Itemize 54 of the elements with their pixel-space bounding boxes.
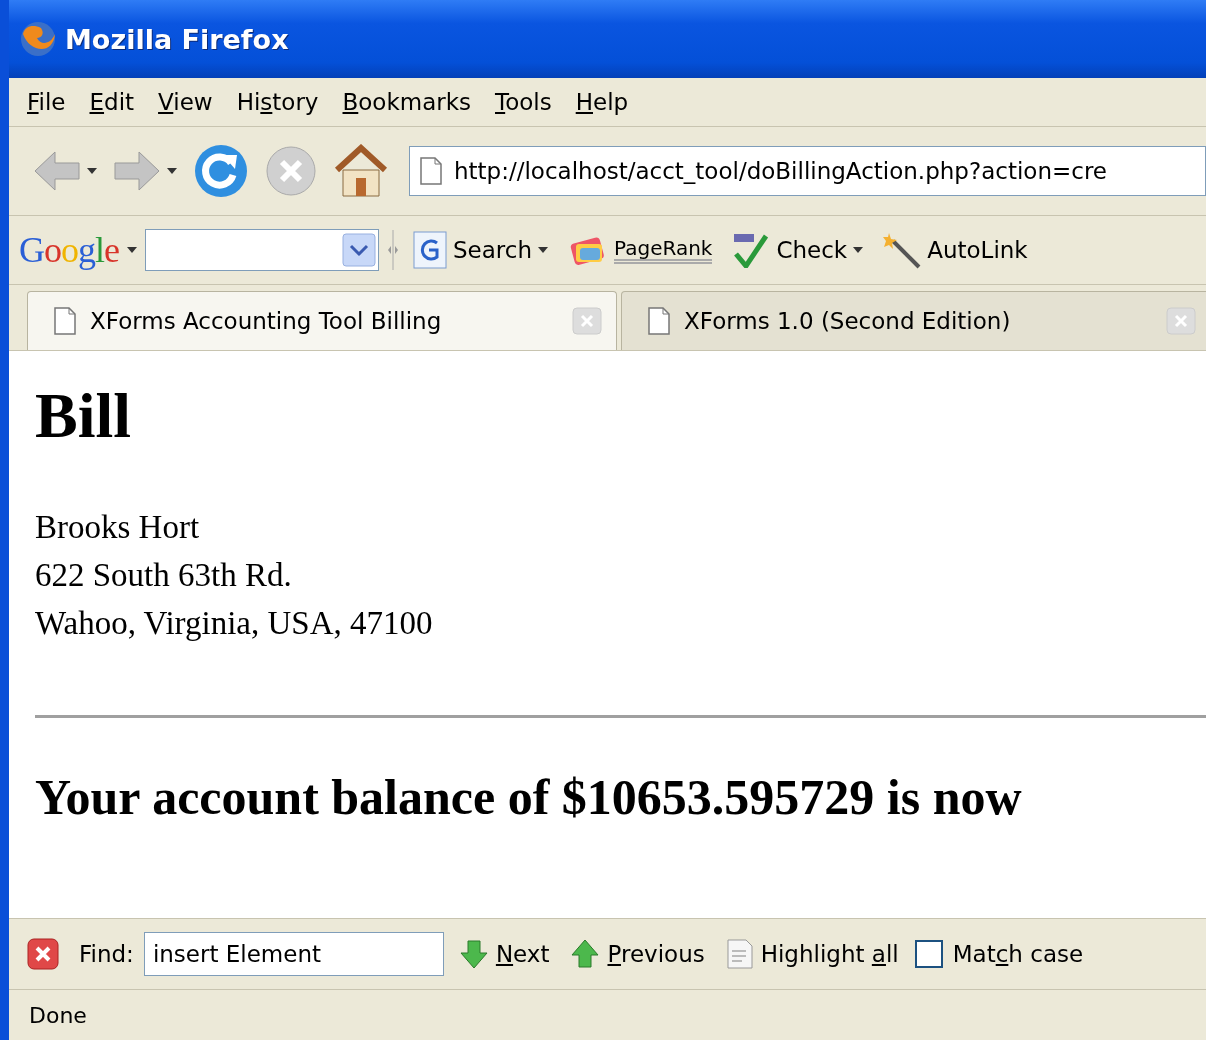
dropdown-caret-icon	[87, 168, 97, 174]
back-arrow-icon	[33, 150, 81, 192]
find-field[interactable]: insert Element	[143, 932, 444, 976]
browser-tab[interactable]: XForms Accounting Tool Billing	[27, 291, 617, 350]
document-icon	[726, 939, 753, 969]
balance-heading: Your account balance of $10653.595729 is now	[35, 768, 1023, 826]
dropdown-caret-icon	[127, 247, 137, 253]
highlight-button[interactable]: Highlight all	[720, 939, 905, 969]
search-field[interactable]	[145, 229, 379, 271]
match-case-checkbox[interactable]: Match case	[914, 940, 1084, 968]
status-text: Done	[29, 1002, 87, 1028]
grip-icon	[387, 230, 399, 270]
menu-item[interactable]: File	[19, 85, 74, 119]
window-title: Mozilla Firefox	[65, 23, 289, 55]
down-arrow-icon	[459, 939, 488, 969]
address-line: Wahoo, Virginia, USA, 47100	[35, 604, 434, 643]
dropdown-caret-icon	[853, 247, 864, 253]
close-icon	[572, 307, 602, 335]
address-line: 622 South 63th Rd.	[35, 556, 293, 595]
up-arrow-icon	[571, 939, 600, 969]
browser-logo-icon	[19, 20, 57, 58]
home-icon	[333, 144, 389, 198]
forward-arrow-icon	[113, 150, 161, 192]
page-icon	[54, 307, 76, 335]
stop-icon	[265, 145, 317, 197]
find-label: Find:	[79, 941, 134, 967]
menu-item[interactable]: Tools	[487, 85, 560, 119]
dropdown-caret-icon	[167, 168, 177, 174]
page-icon	[648, 307, 670, 335]
menu-item[interactable]: View	[150, 85, 221, 119]
address-field[interactable]: http://localhost/acct_tool/doBillingAction.php?action=cre	[409, 146, 1206, 196]
menu-item[interactable]: Edit	[81, 85, 143, 119]
next-button[interactable]: Next	[453, 939, 556, 969]
spellcheck-icon	[732, 232, 771, 268]
pagerank-button[interactable]: PageRank	[562, 232, 719, 268]
menu-item[interactable]: Help	[567, 85, 637, 119]
checkbox[interactable]	[914, 940, 943, 968]
dropdown-caret-icon	[538, 247, 549, 253]
browser-tab[interactable]: XForms 1.0 (Second Edition)	[621, 291, 1206, 350]
menu-item[interactable]: History	[228, 85, 327, 119]
previous-button[interactable]: Previous	[565, 939, 711, 969]
dropdown-caret-icon	[342, 233, 376, 267]
spell-button[interactable]: Check	[726, 232, 870, 268]
address-line: Brooks Hort	[35, 508, 201, 547]
reload-icon	[193, 143, 249, 199]
search-icon	[413, 231, 447, 269]
autolink-button[interactable]: AutoLink	[877, 231, 1034, 269]
page-heading: Bill	[35, 379, 133, 453]
google-logo: Google	[19, 229, 119, 271]
search-button[interactable]: Search	[407, 231, 555, 269]
close-icon[interactable]	[27, 938, 59, 970]
menu-item[interactable]: Bookmarks	[334, 85, 479, 119]
close-icon	[1166, 307, 1196, 335]
page-icon	[420, 157, 442, 185]
